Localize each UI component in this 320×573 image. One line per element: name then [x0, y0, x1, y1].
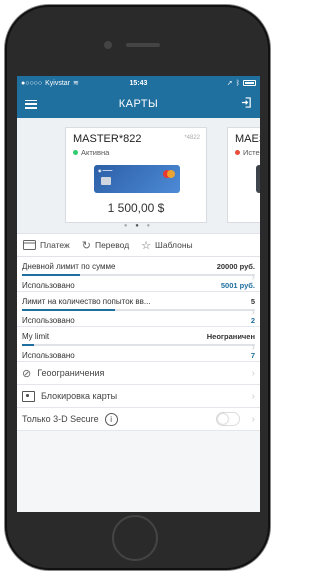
limit-label: Лимит на количество попыток вв... [22, 296, 151, 306]
limit-progress-fill [22, 309, 116, 311]
limit-value: 20000 руб. [216, 261, 255, 271]
speaker-grille [126, 43, 160, 47]
prohibited-icon: ⊘ [22, 367, 32, 380]
chevron-right-icon: › [251, 413, 255, 425]
secure3d-item: Только 3-D Secure i › [17, 408, 260, 431]
geo-restrictions-item[interactable]: ⊘ Геоограничения › [17, 362, 260, 385]
home-button[interactable] [112, 515, 158, 561]
chevron-right-icon: › [251, 390, 255, 402]
transfer-icon: ↻ [81, 239, 91, 252]
carrier-name: Kyivstar [45, 79, 71, 87]
limit-progress-fill [22, 274, 81, 276]
mastercard-logo-icon [163, 170, 175, 178]
transfer-button[interactable]: ↻ Перевод [76, 239, 135, 252]
status-bar: ●○○○○ Kyivstar ≋ 15:43 ➚ ᛒ [17, 76, 260, 90]
secure3d-toggle[interactable] [216, 412, 240, 426]
location-icon: ➚ [226, 80, 233, 87]
bluetooth-icon: ᛒ [235, 79, 240, 87]
templates-label: Шаблоны [155, 240, 193, 250]
card-tile[interactable]: MAES Истек [227, 127, 260, 223]
carousel-pager: ● ● ● [123, 223, 154, 229]
limit-item[interactable]: Лимит на количество попыток вв... 5 Испо… [17, 292, 260, 327]
used-label: Использовано [22, 315, 75, 325]
limit-progress-fill [22, 344, 34, 346]
card-block-label: Блокировка карты [41, 391, 118, 401]
bank-logo-icon: ◉ ━━━━ [98, 168, 113, 173]
card-image: ◉ ━━━━ [94, 165, 180, 193]
logout-icon[interactable] [241, 95, 252, 113]
card-status-label: Активна [81, 148, 110, 157]
card-name: MAES [235, 133, 260, 145]
used-label: Использовано [22, 280, 75, 290]
transfer-label: Перевод [94, 240, 130, 250]
hamburger-menu-icon[interactable] [25, 99, 37, 109]
status-dot-icon [73, 150, 78, 155]
page-title: КАРТЫ [118, 98, 159, 110]
cards-carousel[interactable]: MASTER*822 *4822 Активна ◉ ━━━━ 1 500,00… [17, 118, 260, 233]
phone-frame: ●○○○○ Kyivstar ≋ 15:43 ➚ ᛒ КАРТЫ MASTER*… [5, 5, 270, 570]
info-icon[interactable]: i [104, 412, 118, 426]
card-name: MASTER*822 [73, 133, 142, 145]
chevron-right-icon: › [251, 367, 255, 379]
star-icon: ☆ [141, 239, 152, 252]
payment-label: Платеж [40, 240, 70, 250]
limit-progress-bar [22, 274, 255, 276]
card-block-item[interactable]: Блокировка карты › [17, 385, 260, 408]
secure3d-label: Только 3-D Secure [22, 414, 99, 424]
card-image [256, 165, 260, 193]
payment-button[interactable]: Платеж [17, 240, 76, 250]
limit-item[interactable]: Дневной лимит по сумме 20000 руб. Исполь… [17, 257, 260, 292]
chevron-right-icon: › [251, 342, 255, 353]
card-actions-bar: Платеж ↻ Перевод ☆ Шаблоны [17, 233, 260, 257]
limit-progress-bar [22, 309, 255, 311]
geo-restrictions-label: Геоограничения [37, 368, 105, 378]
card-status-label: Истек [243, 148, 260, 157]
lock-icon [22, 390, 35, 402]
nav-bar: КАРТЫ [17, 90, 260, 118]
limit-progress-bar [22, 344, 255, 346]
limit-item[interactable]: My limit Неограничен Использовано 7 › [17, 327, 260, 362]
card-number: *4822 [184, 135, 200, 141]
used-value: 5001 руб. [220, 280, 255, 290]
templates-button[interactable]: ☆ Шаблоны [135, 239, 198, 252]
chevron-right-icon: › [251, 272, 255, 283]
wifi-icon: ≋ [73, 80, 79, 87]
card-tile[interactable]: MASTER*822 *4822 Активна ◉ ━━━━ 1 500,00… [65, 127, 207, 223]
limit-label: My limit [22, 331, 50, 341]
limit-value: Неограничен [206, 331, 255, 341]
screen: ●○○○○ Kyivstar ≋ 15:43 ➚ ᛒ КАРТЫ MASTER*… [17, 76, 260, 512]
signal-icon: ●○○○○ [21, 79, 43, 87]
battery-icon [242, 80, 256, 86]
limit-label: Дневной лимит по сумме [22, 261, 116, 271]
chevron-right-icon: › [251, 307, 255, 318]
used-label: Использовано [22, 350, 75, 360]
status-time: 15:43 [129, 79, 148, 87]
limit-value: 5 [250, 296, 255, 306]
status-dot-icon [235, 150, 240, 155]
card-chip-icon [101, 177, 111, 185]
payment-icon [23, 240, 36, 250]
front-camera [104, 41, 112, 49]
card-balance: 1 500,00 $ [107, 201, 165, 215]
card-status: Активна [73, 148, 109, 157]
card-status: Истек [235, 148, 260, 157]
